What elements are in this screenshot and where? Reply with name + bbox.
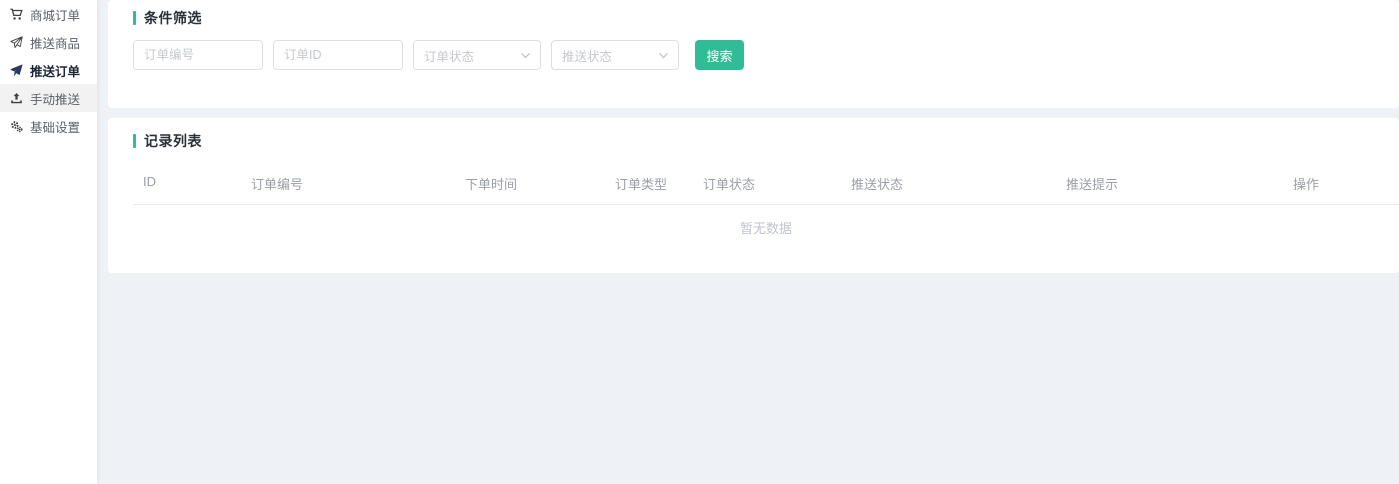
filter-section-title: 条件筛选 (133, 0, 1374, 28)
main-content: 条件筛选 订单状态 推送状态 搜索 记录列表 (108, 0, 1399, 484)
search-button[interactable]: 搜索 (695, 40, 744, 70)
records-card: 记录列表 ID 订单编号 下单时间 订单类型 订单状态 推送状态 推送提示 操作… (108, 118, 1399, 273)
push-status-select-placeholder: 推送状态 (562, 46, 612, 65)
title-accent-bar (133, 134, 136, 148)
push-status-select[interactable]: 推送状态 (551, 40, 679, 70)
title-accent-bar (133, 11, 136, 25)
order-status-select-placeholder: 订单状态 (424, 46, 474, 65)
paper-plane-outline-icon (9, 35, 23, 49)
column-header-order-time: 下单时间 (455, 165, 605, 204)
chevron-down-icon (658, 50, 669, 61)
column-header-order-type: 订单类型 (605, 165, 693, 204)
paper-plane-icon (9, 63, 23, 77)
filter-title-text: 条件筛选 (144, 8, 202, 28)
sidebar: 商城订单 推送商品 推送订单 手动推送 基础设置 (0, 0, 98, 484)
gears-icon (9, 119, 23, 133)
column-header-order-status: 订单状态 (693, 165, 841, 204)
records-title-text: 记录列表 (144, 131, 202, 151)
column-header-push-status: 推送状态 (841, 165, 1056, 204)
sidebar-item-mall-orders[interactable]: 商城订单 (0, 0, 97, 28)
records-table-header: ID 订单编号 下单时间 订单类型 订单状态 推送状态 推送提示 操作 (133, 165, 1399, 205)
sidebar-item-label: 手动推送 (30, 89, 80, 108)
sidebar-item-push-orders[interactable]: 推送订单 (0, 56, 97, 84)
sidebar-item-label: 商城订单 (30, 5, 80, 24)
sidebar-item-push-products[interactable]: 推送商品 (0, 28, 97, 56)
filter-card: 条件筛选 订单状态 推送状态 搜索 (108, 0, 1399, 108)
records-section-title: 记录列表 (133, 118, 1399, 151)
sidebar-item-label: 推送订单 (30, 61, 80, 80)
sidebar-item-basic-settings[interactable]: 基础设置 (0, 112, 97, 140)
upload-icon (9, 91, 23, 105)
column-header-id: ID (133, 165, 241, 204)
order-status-select[interactable]: 订单状态 (413, 40, 541, 70)
sidebar-item-label: 基础设置 (30, 117, 80, 136)
column-header-push-hint: 推送提示 (1056, 165, 1283, 204)
sidebar-item-label: 推送商品 (30, 33, 80, 52)
column-header-order-number: 订单编号 (241, 165, 455, 204)
chevron-down-icon (520, 50, 531, 61)
empty-data-text: 暂无数据 (133, 205, 1399, 237)
filter-row: 订单状态 推送状态 搜索 (133, 40, 1374, 70)
order-number-input[interactable] (133, 40, 263, 70)
shopping-cart-icon (9, 7, 23, 21)
order-id-input[interactable] (273, 40, 403, 70)
column-header-actions: 操作 (1283, 165, 1399, 204)
sidebar-item-manual-push[interactable]: 手动推送 (0, 84, 97, 112)
